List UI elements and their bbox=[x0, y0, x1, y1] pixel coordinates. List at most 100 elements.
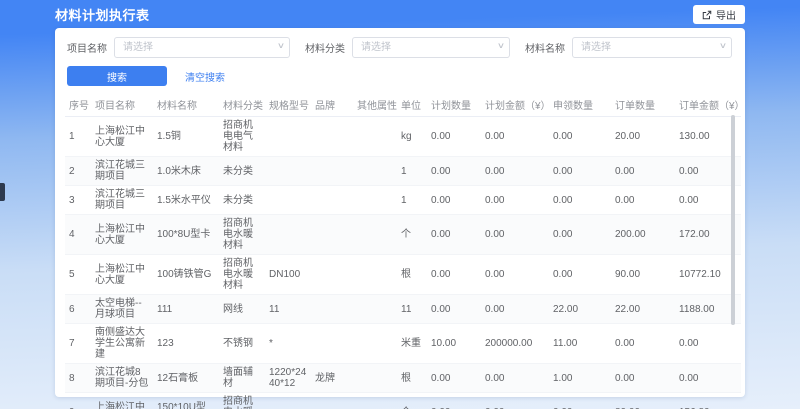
vertical-scrollbar[interactable] bbox=[731, 115, 735, 325]
table-cell: 8 bbox=[65, 364, 91, 393]
table-cell: 12石膏板 bbox=[153, 364, 219, 393]
table-cell: 0.00 bbox=[481, 295, 549, 324]
column-header: 申领数量 bbox=[549, 93, 611, 117]
column-header: 单位 bbox=[397, 93, 427, 117]
table-row[interactable]: 6太空电梯--月球项目111网线11110.000.0022.0022.0011… bbox=[65, 295, 741, 324]
column-header: 计划数量 bbox=[427, 93, 481, 117]
table-cell bbox=[311, 157, 353, 186]
sidebar-collapse-handle[interactable] bbox=[0, 183, 5, 201]
table-cell bbox=[311, 255, 353, 295]
table-cell: 墙面辅材 bbox=[219, 364, 265, 393]
table-cell: 0.00 bbox=[427, 364, 481, 393]
table-cell bbox=[353, 117, 397, 157]
table-cell: 200.00 bbox=[611, 215, 675, 255]
table-cell bbox=[311, 393, 353, 409]
table-cell: 10.00 bbox=[427, 324, 481, 364]
table-cell: 网线 bbox=[219, 295, 265, 324]
table-cell: 100铸铁管G bbox=[153, 255, 219, 295]
table-cell: 个 bbox=[397, 393, 427, 409]
filter-project-name: 项目名称 ∨ bbox=[67, 37, 290, 58]
table-cell: 11 bbox=[265, 295, 311, 324]
table-cell bbox=[353, 324, 397, 364]
table-cell: 111 bbox=[153, 295, 219, 324]
table-cell: kg bbox=[397, 117, 427, 157]
filter-actions: 搜索 清空搜索 bbox=[55, 58, 745, 86]
table-row[interactable]: 2滨江花城三期项目1.0米木床未分类10.000.000.000.000.00 bbox=[65, 157, 741, 186]
table-cell bbox=[311, 186, 353, 215]
table-cell: 0.00 bbox=[549, 393, 611, 409]
table-cell: 9 bbox=[65, 393, 91, 409]
table-header-row: 序号项目名称材料名称材料分类规格型号品牌其他属性单位计划数量计划金额（¥）申领数… bbox=[65, 93, 741, 117]
table-cell: 0.00 bbox=[481, 393, 549, 409]
table-cell: 1 bbox=[65, 117, 91, 157]
table-cell: 11.00 bbox=[549, 324, 611, 364]
column-header: 序号 bbox=[65, 93, 91, 117]
table-cell: 1 bbox=[397, 157, 427, 186]
table-cell bbox=[353, 295, 397, 324]
table-cell bbox=[265, 215, 311, 255]
table-cell: 滨江花城三期项目 bbox=[91, 157, 153, 186]
table-cell: 1 bbox=[397, 186, 427, 215]
export-button[interactable]: 导出 bbox=[693, 5, 745, 24]
table-cell: 0.00 bbox=[549, 117, 611, 157]
table-cell: 0.00 bbox=[611, 324, 675, 364]
table-cell: 0.00 bbox=[481, 215, 549, 255]
table-cell: 156.80 bbox=[675, 393, 741, 409]
main-panel: 项目名称 ∨ 材料分类 ∨ 材料名称 ∨ bbox=[55, 28, 745, 397]
material-name-select[interactable] bbox=[572, 37, 732, 58]
table-cell bbox=[353, 157, 397, 186]
material-plan-table: 序号项目名称材料名称材料分类规格型号品牌其他属性单位计划数量计划金额（¥）申领数… bbox=[65, 93, 741, 409]
table-cell bbox=[311, 117, 353, 157]
material-category-select[interactable] bbox=[352, 37, 510, 58]
table-cell: 0.00 bbox=[675, 324, 741, 364]
table-cell: 1.5米水平仪 bbox=[153, 186, 219, 215]
table-cell: 龙牌 bbox=[311, 364, 353, 393]
table-cell bbox=[311, 295, 353, 324]
table-cell: 0.00 bbox=[549, 215, 611, 255]
table-body: 1上海松江中心大厦1.5铜招商机电电气材料kg0.000.000.0020.00… bbox=[65, 117, 741, 409]
table-cell: 90.00 bbox=[611, 255, 675, 295]
table-cell: 0.00 bbox=[481, 117, 549, 157]
table-cell: 根 bbox=[397, 255, 427, 295]
filter-material-name: 材料名称 ∨ bbox=[525, 37, 732, 58]
table-cell: 7 bbox=[65, 324, 91, 364]
column-header: 材料名称 bbox=[153, 93, 219, 117]
table-cell: 0.00 bbox=[427, 186, 481, 215]
table-cell: 招商机电水暖材料 bbox=[219, 393, 265, 409]
project-name-select[interactable] bbox=[114, 37, 290, 58]
filter-material-category: 材料分类 ∨ bbox=[305, 37, 510, 58]
table-cell: 200000.00 bbox=[481, 324, 549, 364]
table-row[interactable]: 9上海松江中心大厦150*10U型卡招商机电水暖材料个0.000.000.008… bbox=[65, 393, 741, 409]
table-row[interactable]: 7南侧盛达大学生公寓新建123不锈钢*米重10.00200000.0011.00… bbox=[65, 324, 741, 364]
table-cell bbox=[353, 393, 397, 409]
table-cell bbox=[265, 393, 311, 409]
clear-search-button[interactable]: 清空搜索 bbox=[185, 69, 225, 84]
table-row[interactable]: 3滨江花城三期项目1.5米水平仪未分类10.000.000.000.000.00 bbox=[65, 186, 741, 215]
table-cell: 0.00 bbox=[611, 157, 675, 186]
column-header: 计划金额（¥） bbox=[481, 93, 549, 117]
table-cell: 0.00 bbox=[549, 255, 611, 295]
table-cell: 0.00 bbox=[427, 393, 481, 409]
column-header: 其他属性 bbox=[353, 93, 397, 117]
search-button[interactable]: 搜索 bbox=[67, 66, 167, 86]
table-row[interactable]: 1上海松江中心大厦1.5铜招商机电电气材料kg0.000.000.0020.00… bbox=[65, 117, 741, 157]
column-header: 规格型号 bbox=[265, 93, 311, 117]
table-cell: 0.00 bbox=[427, 255, 481, 295]
table-cell: 80.00 bbox=[611, 393, 675, 409]
table-cell: 0.00 bbox=[549, 186, 611, 215]
table-row[interactable]: 8滨江花城8期项目-分包12石膏板墙面辅材1220*2440*12龙牌根0.00… bbox=[65, 364, 741, 393]
table-cell: 招商机电电气材料 bbox=[219, 117, 265, 157]
table-cell: 滨江花城三期项目 bbox=[91, 186, 153, 215]
table-row[interactable]: 5上海松江中心大厦100铸铁管G招商机电水暖材料DN100根0.000.000.… bbox=[65, 255, 741, 295]
table-cell: 22.00 bbox=[611, 295, 675, 324]
table-cell: 上海松江中心大厦 bbox=[91, 117, 153, 157]
table-cell: 滨江花城8期项目-分包 bbox=[91, 364, 153, 393]
table-cell: 6 bbox=[65, 295, 91, 324]
table-row[interactable]: 4上海松江中心大厦100*8U型卡招商机电水暖材料个0.000.000.0020… bbox=[65, 215, 741, 255]
table-cell: 1220*2440*12 bbox=[265, 364, 311, 393]
table-cell bbox=[311, 215, 353, 255]
table-cell bbox=[265, 186, 311, 215]
table-cell: 1.0米木床 bbox=[153, 157, 219, 186]
project-name-label: 项目名称 bbox=[67, 40, 107, 55]
table-cell bbox=[311, 324, 353, 364]
